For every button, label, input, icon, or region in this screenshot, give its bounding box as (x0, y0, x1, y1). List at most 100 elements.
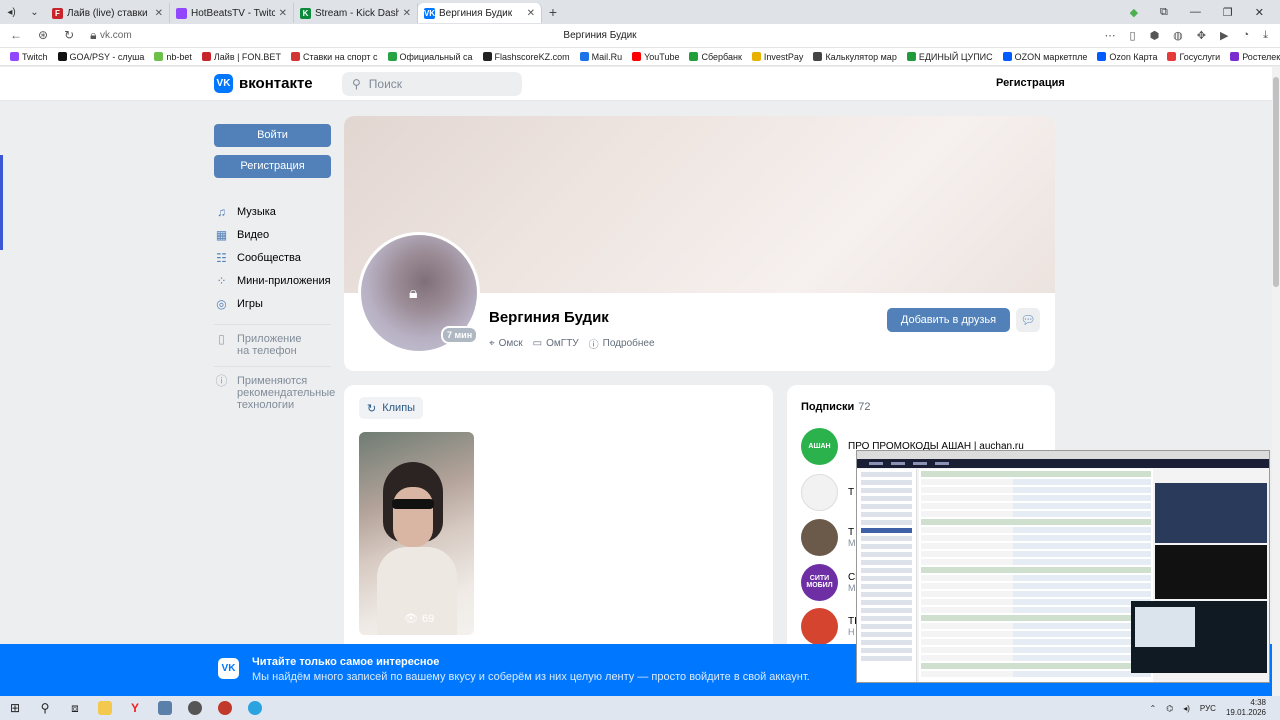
explorer-button[interactable] (90, 696, 120, 720)
clip-thumbnail[interactable]: 👁︎ 69 (359, 432, 474, 635)
more-info-item[interactable]: ⓘ Подробнее (589, 336, 655, 351)
pip-odds-row (921, 567, 1151, 573)
pip-odds-row (921, 511, 1151, 517)
network-icon[interactable]: ⌬ (1166, 704, 1173, 713)
recommendations-info[interactable]: ⓘ Применяются рекомендательные технологи… (214, 375, 335, 411)
mobile-app-link[interactable]: ▯ Приложение на телефон (214, 333, 331, 357)
clock-date: 19.01.2026 (1225, 708, 1266, 717)
sidebar-item-video[interactable]: ▦ Видео (214, 223, 331, 246)
city-item[interactable]: ⌖ Омск (489, 336, 523, 351)
scrollbar[interactable] (1272, 67, 1280, 696)
profile-name: Вергиния Будик (489, 309, 609, 326)
app-button[interactable] (180, 696, 210, 720)
tab-controls[interactable]: ◂) ⌄ (0, 0, 46, 24)
subscriptions-title[interactable]: Подписки 72 (801, 401, 871, 413)
sidebar-item-games[interactable]: ◎ Игры (214, 292, 331, 315)
bookmark-item[interactable]: InvestPay (751, 52, 803, 62)
clock[interactable]: 4:38 19.01.2026 (1226, 698, 1266, 718)
shield-ext-icon[interactable]: ⬢ (1150, 29, 1160, 42)
app-button[interactable] (150, 696, 180, 720)
bookmark-item[interactable]: Ozon Карта (1097, 52, 1157, 62)
clip-face (393, 487, 433, 547)
tab-close-icon[interactable]: ✕ (403, 8, 411, 19)
search-input[interactable]: ⚲ Поиск (342, 72, 522, 96)
bookmark-item[interactable]: ЕДИНЫЙ ЦУПИС (906, 52, 993, 62)
pip-odds-row (921, 631, 1151, 637)
language-indicator[interactable]: РУС (1200, 704, 1216, 713)
message-button[interactable]: 💬︎ (1016, 308, 1040, 332)
bookmark-item[interactable]: nb-bet (154, 52, 192, 62)
close-window-button[interactable]: ✕ (1255, 6, 1264, 19)
video-icon: ▦ (215, 227, 228, 242)
back-icon[interactable]: ← (10, 28, 22, 43)
bookmark-item[interactable]: YouTube (632, 52, 679, 62)
browser-tab[interactable]: F Лайв (live) ставки на Хокк ✕ (46, 3, 170, 23)
login-button[interactable]: Войти (214, 124, 331, 147)
bookmark-item[interactable]: Ростелеком (1230, 52, 1280, 62)
bookmark-label: Сбербанк (701, 51, 742, 62)
bookmark-item[interactable]: Лайв | FON.BET (201, 52, 281, 62)
more-icon[interactable]: ⋯ (1105, 29, 1116, 42)
globe-icon[interactable]: ◍ (1173, 29, 1183, 42)
vk-logo[interactable]: VK вконтакте (214, 74, 313, 93)
scrollbar-thumb[interactable] (1273, 77, 1279, 287)
info-icon: ⓘ (588, 340, 599, 351)
bookmark-item[interactable]: Калькулятор мар (813, 52, 897, 62)
new-tab-button[interactable]: + (542, 4, 564, 20)
sidebar-item-communities[interactable]: ☷ Сообщества (214, 246, 331, 269)
play-icon[interactable]: ▶ (1220, 29, 1228, 42)
university-item[interactable]: ▭ ОмГТУ (533, 336, 579, 351)
tab-close-icon[interactable]: ✕ (527, 8, 535, 19)
bookmark-item[interactable]: FlashscoreKZ.com (482, 52, 570, 62)
sidebar-item-music[interactable]: ♫ Музыка (214, 200, 331, 223)
tab-close-icon[interactable]: ✕ (155, 8, 163, 19)
header-register-link[interactable]: Регистрация (996, 77, 1065, 89)
pip-video-window[interactable] (856, 450, 1270, 683)
telegram-button[interactable] (240, 696, 270, 720)
bookmark-item[interactable]: Официальный са (387, 52, 473, 62)
bookmark-item[interactable]: Mail.Ru (579, 52, 622, 62)
reload-icon[interactable]: ↻ (64, 28, 74, 43)
add-friend-button[interactable]: Добавить в друзья (887, 308, 1010, 332)
clips-tab[interactable]: ↻ Клипы (359, 397, 424, 419)
bookmark-item[interactable]: GOA/PSY - слуша (57, 52, 144, 62)
tray-arrow-icon[interactable]: ⌃ (1150, 704, 1157, 713)
app-button[interactable] (210, 696, 240, 720)
message-icon: 💬︎ (1020, 313, 1036, 327)
audio-icon[interactable]: ◂) (7, 7, 15, 18)
search-button[interactable]: ⚲ (30, 696, 60, 720)
url-field[interactable]: vk.com (100, 30, 220, 41)
yandex-browser-button[interactable]: Y (120, 696, 150, 720)
restore-icon[interactable]: ⧉ (1160, 6, 1168, 19)
bookmark-item[interactable]: OZON маркетпле (1002, 52, 1087, 62)
sidebar-item-mini-apps[interactable]: ⁘ Мини-приложения (214, 269, 331, 292)
browser-tab[interactable]: VK Вергиния Будик ✕ (418, 3, 542, 23)
browser-tab[interactable]: HotBeatsTV - Twitch ✕ (170, 3, 294, 23)
bookmark-item[interactable]: Госуслуги (1167, 52, 1220, 62)
register-button[interactable]: Регистрация (214, 155, 331, 178)
shield-icon[interactable]: ⊛ (38, 28, 48, 43)
download-icon[interactable]: ⤓ (1263, 29, 1268, 42)
browser-tab[interactable]: K Stream - Kick Dashboard ✕ (294, 3, 418, 23)
maximize-button[interactable]: ❐ (1223, 6, 1233, 19)
start-button[interactable]: ⊞ (0, 696, 30, 720)
bookmark-icon[interactable]: ▯ (1130, 29, 1136, 42)
bookmark-item[interactable]: Ставки на спорт с (290, 52, 378, 62)
pip-odds-row (921, 535, 1151, 541)
chat-icon[interactable]: ◔ (1242, 29, 1249, 42)
subscription-avatar: СИТИ МОБИЛ (801, 563, 838, 601)
mobile-app-label: Приложение на телефон (237, 333, 302, 357)
tab-close-icon[interactable]: ✕ (279, 8, 287, 19)
extension-icon[interactable]: ◆ (1130, 6, 1138, 19)
lock-icon: 🔒︎ (90, 28, 97, 42)
bookmark-favicon-icon (1230, 52, 1240, 61)
pip-sidebar-row (861, 600, 912, 605)
task-view-button[interactable]: ⧈ (60, 696, 90, 720)
volume-icon[interactable]: ◂) (1183, 704, 1190, 713)
bookmark-item[interactable]: Twitch (10, 52, 48, 62)
pip-nav-item (935, 462, 949, 465)
minimize-button[interactable]: — (1190, 6, 1201, 19)
puzzle-icon[interactable]: ✥ (1197, 29, 1206, 42)
bookmark-item[interactable]: Сбербанк (689, 51, 742, 62)
chevron-down-icon[interactable]: ⌄ (30, 7, 38, 18)
